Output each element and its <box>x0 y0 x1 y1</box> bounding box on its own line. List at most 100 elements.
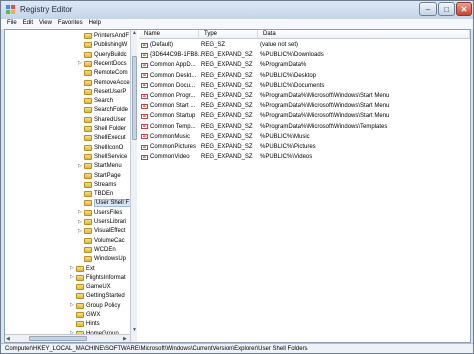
tree-item[interactable]: VolumeCac <box>78 237 125 245</box>
tree-item[interactable]: QueryBuildc <box>78 51 127 59</box>
tree-item[interactable]: ▷ Ext <box>70 265 95 273</box>
tree-item[interactable]: SharedUser <box>78 116 126 124</box>
tree-item-label: ShellIconO <box>94 144 124 151</box>
tree-horizontal-scrollbar[interactable]: ◀ ▶ <box>5 334 130 342</box>
scroll-right-icon[interactable]: ▶ <box>123 336 127 342</box>
tree-item[interactable]: WCDEn <box>78 246 116 254</box>
expand-arrow-icon[interactable] <box>78 80 83 85</box>
tree-horizontal-scroll-thumb[interactable] <box>29 336 87 341</box>
expand-arrow-icon[interactable]: ▷ <box>70 266 75 271</box>
expand-arrow-icon[interactable] <box>78 192 83 197</box>
tree-item[interactable]: PrintersAndF <box>78 32 129 40</box>
expand-arrow-icon[interactable]: ▷ <box>78 61 83 66</box>
tree-item[interactable]: Streams <box>78 181 116 189</box>
menu-file[interactable]: File <box>4 19 20 29</box>
tree-vertical-scrollbar[interactable]: ▲ ▼ <box>130 30 137 342</box>
column-header-type[interactable]: Type <box>199 30 258 39</box>
value-row[interactable]: ab Common Progr... REG_EXPAND_SZ %ProgramDa… <box>139 92 470 100</box>
menu-view[interactable]: View <box>36 19 55 29</box>
expand-arrow-icon[interactable] <box>78 99 83 104</box>
value-row[interactable]: ab Common Temp... REG_EXPAND_SZ %ProgramDat… <box>139 123 470 131</box>
tree-vertical-scroll-thumb[interactable] <box>132 56 137 140</box>
expand-arrow-icon[interactable] <box>78 117 83 122</box>
scroll-up-icon[interactable]: ▲ <box>132 30 137 36</box>
tree-item-label: ResetUserP <box>94 88 127 95</box>
expand-arrow-icon[interactable] <box>78 173 83 178</box>
close-button[interactable]: ✕ <box>456 2 472 16</box>
column-header-data[interactable]: Data <box>258 30 470 39</box>
value-row[interactable]: ab Common Startup REG_EXPAND_SZ %ProgramDat… <box>139 112 470 120</box>
tree-item[interactable]: GettingStarted <box>70 292 125 300</box>
expand-arrow-icon[interactable] <box>70 285 75 290</box>
value-row[interactable]: ab {3D644C9B-1FB8... REG_EXPAND_SZ %PUBLIC%… <box>139 51 470 59</box>
expand-arrow-icon[interactable] <box>78 43 83 48</box>
value-row[interactable]: ab (Default) REG_SZ (value not set) <box>139 41 470 49</box>
tree-item[interactable]: ▷ StartMenu <box>78 162 122 170</box>
tree-item[interactable]: ▷ UsersFiles <box>78 209 122 217</box>
expand-arrow-icon[interactable] <box>78 52 83 57</box>
expand-arrow-icon[interactable]: ▷ <box>70 303 75 308</box>
expand-arrow-icon[interactable] <box>78 182 83 187</box>
menu-help[interactable]: Help <box>86 19 104 29</box>
expand-arrow-icon[interactable] <box>78 247 83 252</box>
value-row[interactable]: ab Common Deskt... REG_EXPAND_SZ %PUBLIC%\D… <box>139 72 470 80</box>
expand-arrow-icon[interactable]: ▷ <box>70 275 75 280</box>
expand-arrow-icon[interactable] <box>78 127 83 132</box>
tree-item[interactable]: Search <box>78 97 113 105</box>
scroll-down-icon[interactable]: ▼ <box>132 327 137 333</box>
tree-item[interactable]: ShellExecut <box>78 134 126 142</box>
expand-arrow-icon[interactable] <box>78 238 83 243</box>
expand-arrow-icon[interactable] <box>78 71 83 76</box>
expand-arrow-icon[interactable] <box>78 108 83 113</box>
tree-item[interactable]: GameUX <box>70 283 111 291</box>
expand-arrow-icon[interactable] <box>70 313 75 318</box>
expand-arrow-icon[interactable] <box>78 145 83 150</box>
tree-item[interactable]: SearchFolde <box>78 106 128 114</box>
value-row[interactable]: ab CommonVideo REG_EXPAND_SZ %PUBLIC%\Video… <box>139 153 470 161</box>
menu-edit[interactable]: Edit <box>20 19 36 29</box>
tree-item[interactable]: ▷ FlightsInformat <box>70 274 126 282</box>
tree-item[interactable]: WindowsUp <box>78 255 126 263</box>
column-header-name[interactable]: Name <box>139 30 199 39</box>
tree-item[interactable]: Hints <box>70 320 100 328</box>
value-row[interactable]: ab Common AppD... REG_EXPAND_SZ %ProgramDat… <box>139 61 470 69</box>
tree-item[interactable]: PublishingW <box>78 41 127 49</box>
expand-arrow-icon[interactable] <box>70 294 75 299</box>
tree-item[interactable]: ResetUserP <box>78 88 126 96</box>
expand-arrow-icon[interactable] <box>78 34 83 39</box>
tree-item[interactable]: ▷ RecentDocs <box>78 60 127 68</box>
tree-item[interactable]: ▷ UsersLibrari <box>78 218 126 226</box>
value-row[interactable]: ab CommonMusic REG_EXPAND_SZ %PUBLIC%\Music <box>139 133 470 141</box>
value-row[interactable]: ab Common Start ... REG_EXPAND_SZ %ProgramD… <box>139 102 470 110</box>
tree-item[interactable]: ▷ VisualEffect <box>78 227 125 235</box>
tree-item[interactable]: User Shell F <box>78 199 130 208</box>
expand-arrow-icon[interactable] <box>78 257 83 262</box>
tree-item[interactable]: Shell Folder <box>78 125 126 133</box>
value-row[interactable]: ab Common Docu... REG_EXPAND_SZ %PUBLIC%\Do… <box>139 82 470 90</box>
maximize-button[interactable]: □ <box>438 2 455 16</box>
expand-arrow-icon[interactable] <box>70 322 75 327</box>
menu-favorites[interactable]: Favorites <box>55 19 86 29</box>
expand-arrow-icon[interactable]: ▷ <box>78 210 83 215</box>
value-name: Common Docu... <box>150 82 196 89</box>
tree-item[interactable]: TBDEn <box>78 190 113 198</box>
expand-arrow-icon[interactable] <box>78 154 83 159</box>
scroll-left-icon[interactable]: ◀ <box>6 336 10 342</box>
expand-arrow-icon[interactable] <box>78 201 83 206</box>
tree-item[interactable]: RemoveAcce <box>78 79 130 87</box>
expand-arrow-icon[interactable]: ▷ <box>78 219 83 225</box>
expand-arrow-icon[interactable]: ▷ <box>78 163 83 169</box>
value-row[interactable]: ab CommonPictures REG_EXPAND_SZ %PUBLIC%\Pi… <box>139 143 470 151</box>
expand-arrow-icon[interactable] <box>78 89 83 94</box>
title-bar[interactable]: Registry Editor – □ ✕ <box>1 1 473 19</box>
tree-item[interactable]: GWX <box>70 311 100 319</box>
tree-item[interactable]: StartPage <box>78 172 121 180</box>
tree-item[interactable]: ShellIconO <box>78 144 123 152</box>
tree-item[interactable]: ShellService <box>78 153 127 161</box>
folder-icon <box>84 181 92 188</box>
tree-item[interactable]: RemoteCom <box>78 69 128 77</box>
expand-arrow-icon[interactable] <box>78 136 83 141</box>
tree-item[interactable]: ▷ Group Policy <box>70 302 120 310</box>
minimize-button[interactable]: – <box>419 2 437 16</box>
expand-arrow-icon[interactable]: ▷ <box>78 228 83 234</box>
